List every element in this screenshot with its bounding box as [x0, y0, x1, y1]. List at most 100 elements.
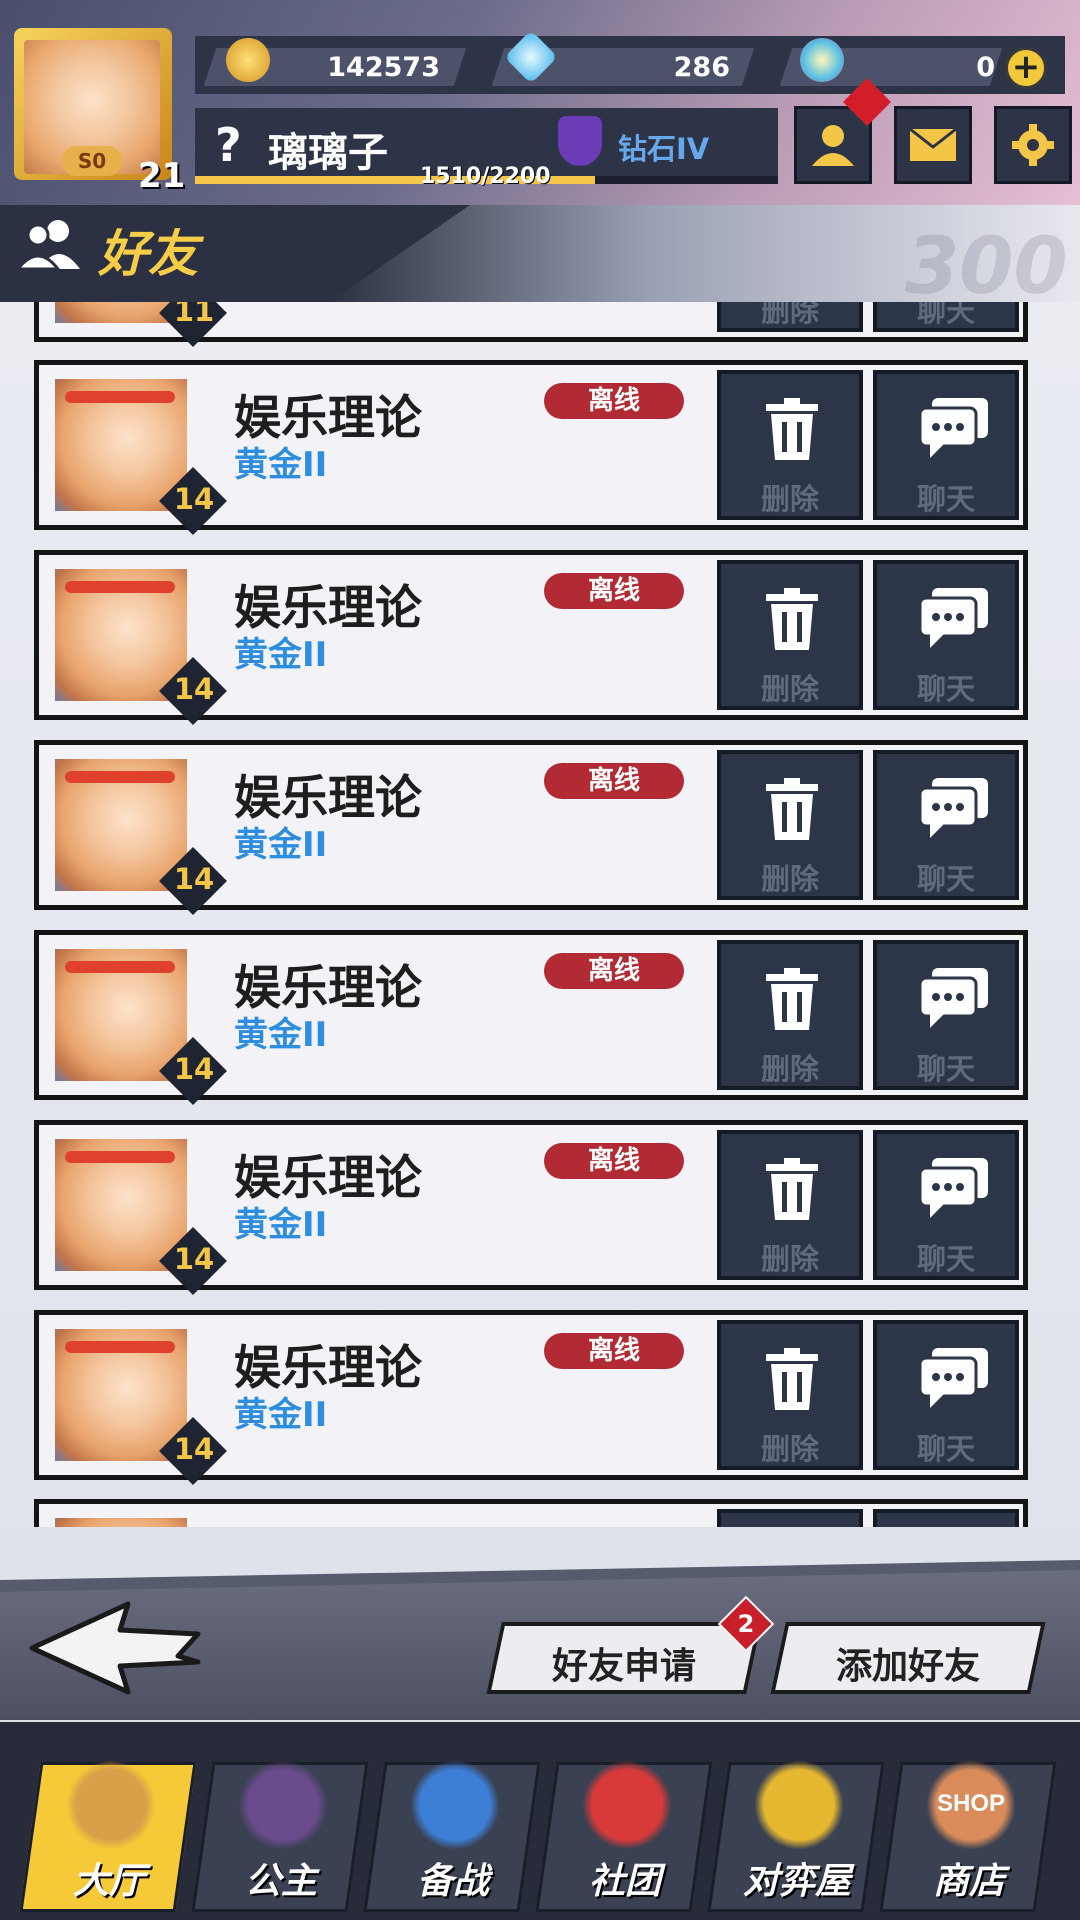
prepare-icon	[410, 1760, 500, 1850]
help-icon[interactable]: ?	[215, 118, 242, 172]
friend-level: 11	[173, 302, 215, 328]
chat-button[interactable]: 聊天	[873, 370, 1019, 520]
settings-button[interactable]	[994, 106, 1072, 184]
nav-lobby-label: 大厅	[72, 1861, 145, 1902]
gold-amount: 142573	[327, 52, 440, 83]
frame-badge: S0	[62, 146, 122, 176]
delete-label: 删除	[760, 1242, 819, 1276]
requests-count: 2	[737, 1610, 755, 1638]
club-icon	[582, 1760, 672, 1850]
chat-icon	[918, 778, 988, 838]
trash-icon	[766, 1348, 818, 1410]
status-badge: 离线	[544, 383, 684, 419]
chat-label: 聊天	[916, 1052, 975, 1086]
add-friend-label: 添加好友	[835, 1646, 980, 1687]
delete-button[interactable]: 删除	[717, 1320, 863, 1470]
chat-button[interactable]	[873, 1509, 1019, 1527]
chat-button[interactable]: 聊天	[873, 940, 1019, 1090]
friend-level: 14	[173, 1052, 215, 1086]
player-level: 21	[138, 156, 186, 196]
friend-level: 14	[173, 482, 215, 516]
back-arrow-icon[interactable]	[28, 1600, 204, 1696]
player-name: 璃璃子	[268, 130, 388, 176]
friend-card-partial-top[interactable]: 11 删除 聊天	[34, 302, 1028, 347]
friend-rank: 黄金II	[234, 1015, 328, 1055]
chat-button[interactable]: 聊天	[873, 1130, 1019, 1280]
chat-label: 聊天	[916, 672, 975, 706]
mail-button[interactable]	[894, 106, 972, 184]
nav-club-label: 社团	[588, 1861, 661, 1902]
trash-icon	[766, 588, 818, 650]
delete-button[interactable]	[717, 1509, 863, 1527]
friend-rank: 黄金II	[234, 1205, 328, 1245]
chat-label: 聊天	[916, 302, 975, 328]
shop-sign: SHOP	[936, 1790, 1005, 1817]
delete-button[interactable]: 删除	[717, 750, 863, 900]
chat-label: 聊天	[916, 1242, 975, 1276]
chat-icon	[918, 398, 988, 458]
chat-button[interactable]: 聊天	[873, 1320, 1019, 1470]
chat-icon	[918, 588, 988, 648]
friend-rank: 黄金II	[234, 825, 328, 865]
princess-icon	[238, 1760, 328, 1850]
chat-button[interactable]: 聊天	[873, 750, 1019, 900]
lobby-icon	[66, 1760, 156, 1850]
chat-button[interactable]: 聊天	[873, 302, 1019, 332]
friend-card[interactable]: 14 娱乐理论 黄金II 离线 删除 聊天	[34, 1120, 1028, 1295]
delete-button[interactable]: 删除	[717, 1130, 863, 1280]
ticket-amount: 0	[976, 52, 995, 83]
shop-icon: SHOP	[926, 1760, 1016, 1850]
friend-avatar[interactable]	[55, 1518, 187, 1527]
gold-coin-icon	[226, 38, 270, 82]
delete-label: 删除	[760, 1052, 819, 1086]
friend-card[interactable]: 14 娱乐理论 黄金II 离线 删除 聊天	[34, 930, 1028, 1105]
delete-label: 删除	[760, 862, 819, 896]
chat-button[interactable]: 聊天	[873, 560, 1019, 710]
friend-list[interactable]: 11 删除 聊天 14 娱乐理论 黄金II 离线 删除 聊天 14 娱乐理论 黄金II 离线 删除聊…	[0, 302, 1080, 1527]
friend-level: 14	[173, 1432, 215, 1466]
delete-label: 删除	[760, 482, 819, 516]
gear-icon	[1012, 124, 1054, 166]
section-title: 好友	[98, 225, 198, 283]
nav-shop-label: 商店	[932, 1861, 1005, 1902]
friend-rank: 黄金II	[234, 1395, 328, 1435]
delete-button[interactable]: 删除	[717, 302, 863, 332]
friends-section-icon	[14, 220, 80, 271]
status-badge: 离线	[544, 1333, 684, 1369]
delete-button[interactable]: 删除	[717, 560, 863, 710]
chat-label: 聊天	[916, 1432, 975, 1466]
status-badge: 离线	[544, 953, 684, 989]
diamond-amount: 286	[673, 52, 730, 83]
mail-icon	[909, 127, 957, 161]
friend-card[interactable]: 14 娱乐理论 黄金II 离线 删除 聊天	[34, 360, 1028, 535]
trash-icon	[766, 968, 818, 1030]
delete-button[interactable]: 删除	[717, 370, 863, 520]
friend-card-partial-bottom[interactable]	[34, 1499, 1028, 1527]
nav-arena-label: 对弈屋	[742, 1861, 851, 1902]
player-rank: 钻石IV	[618, 132, 710, 166]
friend-level: 14	[173, 672, 215, 706]
chat-icon	[918, 1158, 988, 1218]
diamond-rank-icon	[558, 116, 602, 166]
chat-icon	[918, 968, 988, 1028]
delete-button[interactable]: 删除	[717, 940, 863, 1090]
friend-requests-label: 好友申请	[551, 1646, 696, 1687]
trash-icon	[766, 1158, 818, 1220]
delete-label: 删除	[760, 672, 819, 706]
ticket-icon	[800, 38, 844, 82]
status-badge: 离线	[544, 1143, 684, 1179]
chat-label: 聊天	[916, 482, 975, 516]
add-currency-button[interactable]: +	[1005, 47, 1047, 89]
friend-card[interactable]: 14 娱乐理论 黄金II 离线 删除 聊天	[34, 550, 1028, 725]
status-badge: 离线	[544, 763, 684, 799]
friend-card[interactable]: 14 娱乐理论 黄金II 离线 删除 聊天	[34, 1310, 1028, 1485]
friend-card[interactable]: 14 娱乐理论 黄金II 离线 删除 聊天	[34, 740, 1028, 915]
chat-icon	[918, 1348, 988, 1408]
delete-label: 删除	[760, 1432, 819, 1466]
friend-level: 14	[173, 862, 215, 896]
chat-label: 聊天	[916, 862, 975, 896]
trash-icon	[766, 778, 818, 840]
nav-prepare-label: 备战	[416, 1861, 489, 1902]
xp-text: 1510/2200	[420, 164, 551, 189]
friend-rank: 黄金II	[234, 635, 328, 675]
